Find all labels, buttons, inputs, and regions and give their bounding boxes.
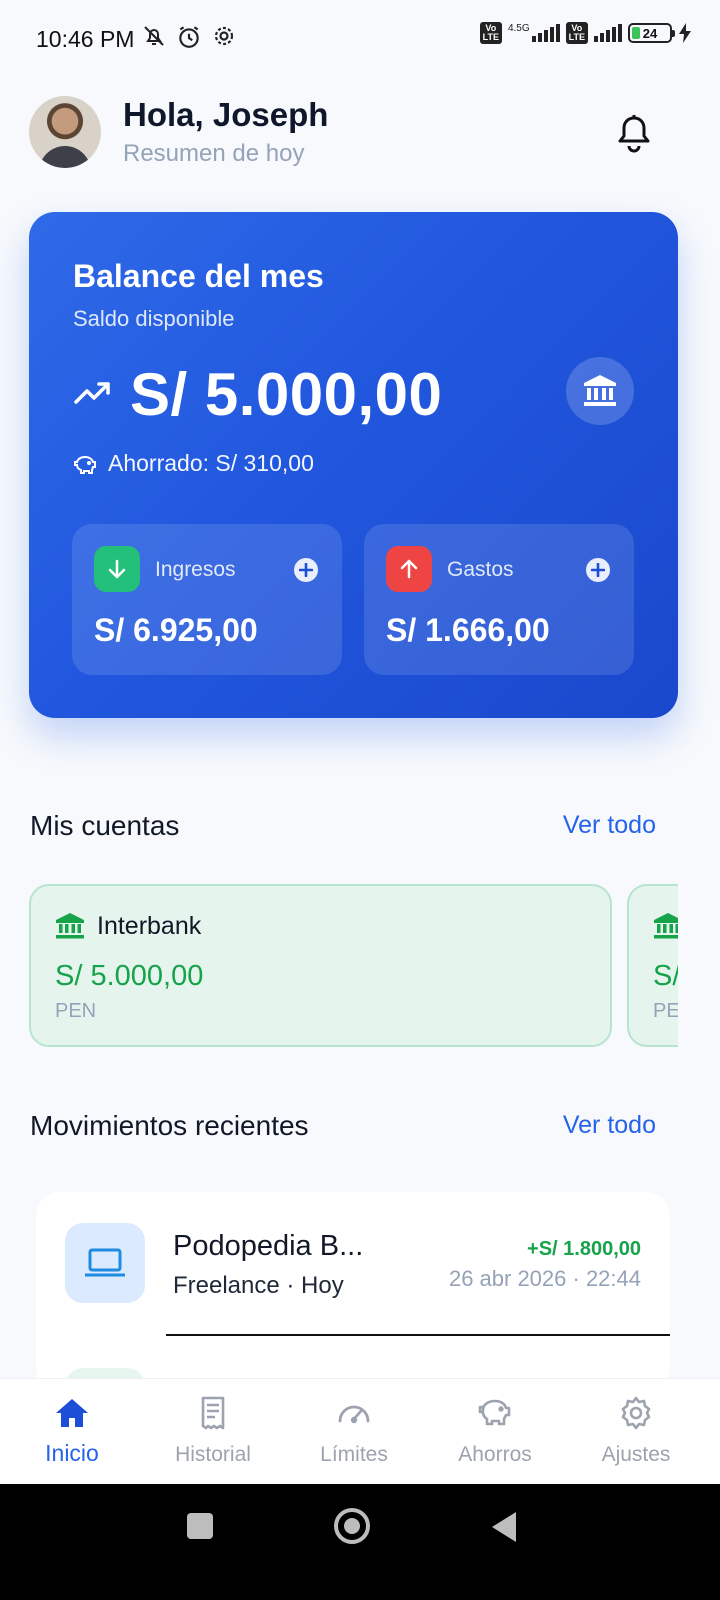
expenses-label: Gastos (447, 558, 514, 581)
movements-section-title: Movimientos recientes (30, 1110, 309, 1141)
balance-card[interactable]: Balance del mes Saldo disponible S/ 5.00… (29, 212, 678, 718)
back-button[interactable] (492, 1512, 516, 1542)
volte-badge: Vo LTE (479, 22, 502, 44)
accounts-carousel[interactable]: Interbank S/ 5.000,00 PEN S/ PE (29, 884, 678, 1048)
piggy-bank-icon (74, 455, 96, 474)
network-type-label: 4.5G (507, 23, 530, 34)
battery-icon: 24 (628, 23, 675, 43)
account-balance: S/ (653, 960, 678, 992)
expenses-card[interactable]: Gastos S/ 1.666,00 (364, 524, 634, 675)
greeting: Hola, Joseph (123, 96, 329, 133)
home-icon (56, 1399, 88, 1427)
nav-label: Ajustes (601, 1443, 671, 1466)
income-label: Ingresos (155, 558, 236, 581)
signal-icon-2 (594, 24, 622, 42)
balance-subtitle: Saldo disponible (73, 306, 235, 331)
divider (166, 1334, 670, 1336)
nav-item-ajustes[interactable]: Ajustes (564, 1379, 708, 1485)
account-name: Interbank (97, 912, 202, 940)
balance-title: Balance del mes (73, 258, 324, 294)
battery-level: 24 (642, 25, 658, 41)
gear-icon (621, 1396, 651, 1430)
account-currency: PE (653, 1000, 678, 1022)
recent-movements-list: Podopedia B... Freelance · Hoy +S/ 1.800… (36, 1192, 670, 1392)
add-income-button[interactable] (294, 558, 318, 582)
movement-date: 26 abr 2026 · 22:44 (448, 1266, 641, 1291)
nav-item-inicio[interactable]: Inicio (0, 1379, 144, 1485)
nav-item-limites[interactable]: Límites (282, 1379, 426, 1485)
piggy-bank-icon (478, 1399, 511, 1426)
recents-button[interactable] (187, 1513, 213, 1539)
alarm-icon (179, 26, 199, 48)
movement-icon-badge (65, 1223, 145, 1303)
greeting-subtitle: Resumen de hoy (123, 140, 305, 167)
arrow-up-icon (400, 559, 418, 579)
plus-icon (591, 563, 605, 577)
charging-icon (679, 23, 691, 43)
expenses-icon-badge (386, 546, 432, 592)
saved-amount: Ahorrado: S/ 310,00 (108, 450, 314, 476)
plus-icon (299, 563, 313, 577)
add-expense-button[interactable] (586, 558, 610, 582)
expenses-amount: S/ 1.666,00 (386, 612, 550, 648)
nav-label: Límites (320, 1443, 388, 1466)
accounts-section-title: Mis cuentas (30, 810, 180, 841)
movement-category: Freelance · Hoy (173, 1272, 344, 1299)
status-notification-icons (142, 24, 236, 50)
income-card[interactable]: Ingresos S/ 6.925,00 (72, 524, 342, 675)
system-navigation-bar (0, 1484, 720, 1600)
account-card[interactable]: S/ PE (627, 884, 678, 1047)
receipt-icon (201, 1396, 225, 1430)
gauge-icon (338, 1405, 370, 1424)
avatar[interactable] (29, 96, 101, 168)
bank-icon (584, 375, 616, 406)
nav-label: Historial (175, 1443, 251, 1466)
nav-item-ahorros[interactable]: Ahorros (423, 1379, 567, 1485)
signal-icon (531, 24, 560, 42)
movement-amount: +S/ 1.800,00 (527, 1238, 641, 1260)
nav-item-historial[interactable]: Historial (141, 1379, 285, 1485)
bottom-navigation: Inicio Historial Límites Ahorros Ajustes (0, 1378, 720, 1484)
account-currency: PEN (55, 1000, 97, 1022)
nav-label: Inicio (45, 1440, 99, 1466)
bank-icon (654, 913, 678, 939)
income-icon-badge (94, 546, 140, 592)
status-system-icons: Vo LTE 4.5G Vo LTE 24 (479, 22, 692, 44)
status-bar: 10:46 PM Vo LTE 4.5G Vo LTE 24 (0, 0, 720, 80)
movement-title: Podopedia B... (173, 1230, 364, 1262)
bank-icon (56, 913, 84, 939)
home-button[interactable] (334, 1508, 370, 1544)
nav-label: Ahorros (458, 1443, 532, 1466)
account-card[interactable]: Interbank S/ 5.000,00 PEN (29, 884, 612, 1047)
income-amount: S/ 6.925,00 (94, 612, 258, 648)
settings-gear-icon (214, 26, 234, 46)
notifications-bell-icon[interactable] (616, 114, 652, 154)
bank-button[interactable] (566, 357, 634, 425)
movements-see-all-link[interactable]: Ver todo (563, 1111, 656, 1140)
trending-up-icon (74, 382, 110, 404)
arrow-down-icon (108, 559, 126, 579)
status-time: 10:46 PM (36, 26, 135, 52)
laptop-icon (85, 1248, 125, 1277)
accounts-see-all-link[interactable]: Ver todo (563, 811, 656, 840)
balance-amount: S/ 5.000,00 (130, 361, 443, 428)
muted-bell-icon (144, 26, 164, 46)
volte-badge-2: Vo LTE (565, 22, 588, 44)
account-balance: S/ 5.000,00 (55, 960, 204, 992)
